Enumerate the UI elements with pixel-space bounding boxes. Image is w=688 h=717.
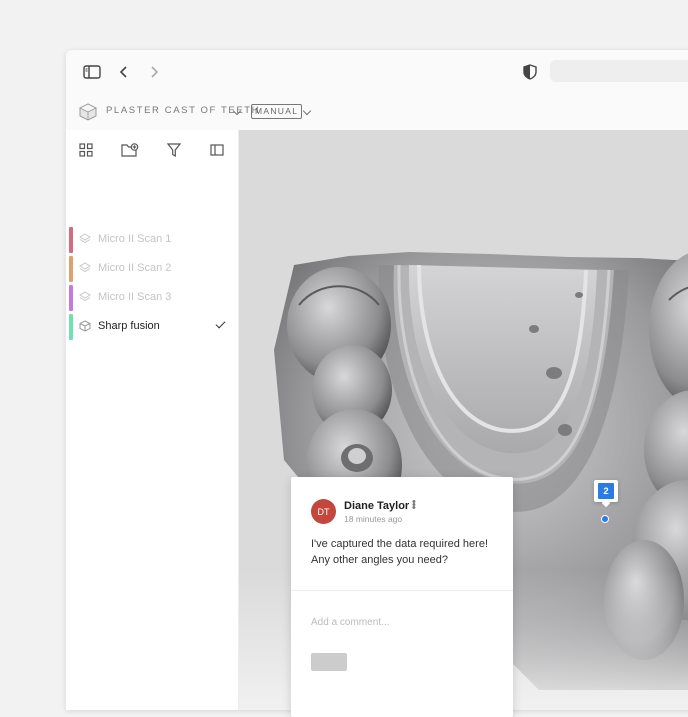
layers-icon — [79, 233, 91, 244]
layer-item[interactable]: Micro II Scan 3 — [66, 283, 238, 311]
pin-anchor-dot[interactable] — [601, 515, 609, 523]
layer-label: Sharp fusion — [98, 320, 160, 332]
sidebar-toggle-icon[interactable] — [82, 62, 102, 82]
address-bar[interactable] — [550, 60, 688, 82]
layers-sidebar: Micro II Scan 1 Micro II Scan 2 Micro II… — [66, 130, 239, 710]
divider — [291, 590, 513, 591]
comment-timestamp: 18 minutes ago — [344, 514, 403, 524]
chevron-left-icon[interactable] — [114, 62, 134, 82]
checkmark-icon — [215, 318, 226, 329]
layer-color-bar — [69, 227, 73, 253]
layers-icon — [79, 291, 91, 302]
more-options-icon[interactable]: • • • — [412, 497, 416, 514]
project-bar: PLASTER CAST OF TEETH MANUAL — [66, 94, 688, 130]
chevron-down-icon[interactable] — [302, 106, 312, 116]
comment-input[interactable]: Add a comment... — [311, 617, 389, 628]
avatar: DT — [311, 499, 336, 524]
shield-icon[interactable] — [520, 62, 540, 82]
pin-number: 2 — [598, 483, 614, 499]
layer-color-bar — [69, 314, 73, 340]
send-button[interactable] — [311, 653, 347, 671]
chevron-right-icon[interactable] — [144, 62, 164, 82]
filter-icon[interactable] — [165, 141, 183, 159]
cube-icon — [79, 320, 91, 332]
layer-label: Micro II Scan 3 — [98, 291, 172, 303]
comment-body: I've captured the data required here! An… — [311, 538, 488, 566]
layer-label: Micro II Scan 1 — [98, 233, 172, 245]
layer-color-bar — [69, 256, 73, 282]
layer-label: Micro II Scan 2 — [98, 262, 172, 274]
annotation-pin[interactable]: 2 — [594, 480, 618, 523]
layer-item[interactable]: Micro II Scan 1 — [66, 225, 238, 253]
comment-card: DT Diane Taylor • • • 18 minutes ago I've … — [291, 477, 513, 717]
mode-badge[interactable]: MANUAL — [251, 104, 303, 119]
grid-icon[interactable] — [77, 141, 95, 159]
layer-item[interactable]: Sharp fusion — [66, 312, 238, 340]
add-folder-icon[interactable] — [121, 141, 139, 159]
layer-item[interactable]: Micro II Scan 2 — [66, 254, 238, 282]
layer-color-bar — [69, 285, 73, 311]
panel-icon[interactable] — [208, 141, 226, 159]
project-logo-icon — [78, 103, 98, 121]
layers-icon — [79, 262, 91, 273]
title-bar — [66, 50, 688, 94]
comment-author: Diane Taylor — [344, 500, 410, 512]
